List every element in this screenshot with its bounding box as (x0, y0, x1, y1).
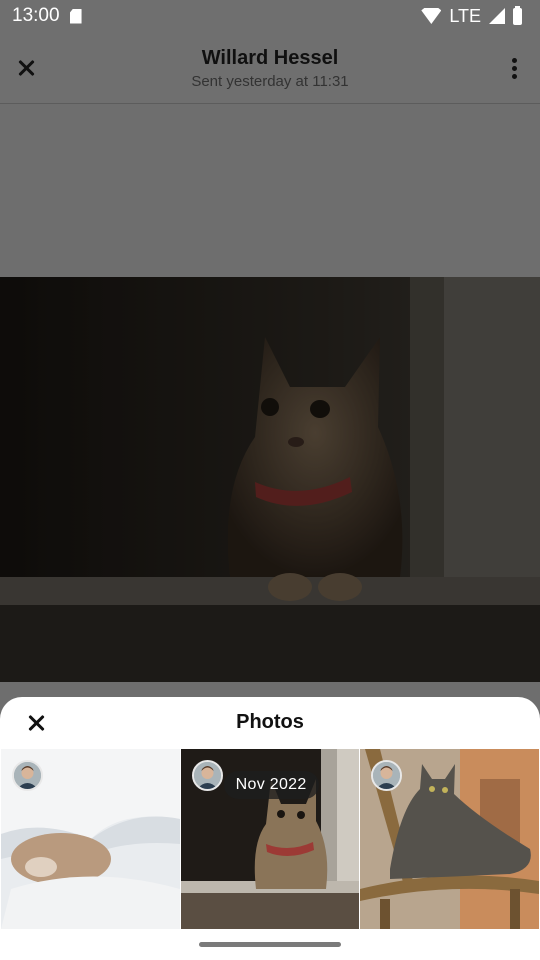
home-indicator[interactable] (199, 942, 341, 947)
status-time: 13:00 (12, 5, 60, 26)
sheet-title: Photos (236, 711, 304, 733)
wifi-icon (421, 8, 442, 24)
status-left: 13:00 (12, 5, 82, 27)
title-block: Willard Hessel Sent yesterday at 11:31 (0, 46, 540, 93)
avatar-image (14, 762, 41, 789)
sender-name: Willard Hessel (201, 47, 339, 69)
sent-time: Sent yesterday at 11:31 (191, 73, 349, 90)
battery-icon (513, 5, 522, 25)
date-badge: Nov 2022 (223, 771, 319, 799)
photo-thumbnail[interactable] (1, 749, 180, 929)
avatar (12, 760, 43, 791)
more-options-button[interactable] (502, 52, 526, 84)
status-right: LTE (421, 5, 522, 27)
photo-thumbnail-selected[interactable]: Nov 2022 (180, 749, 360, 929)
more-vert-icon-dot (511, 73, 517, 79)
avatar-image (373, 762, 401, 789)
photo-thumbnails: Nov 2022 (1, 749, 540, 929)
signal-icon (489, 8, 505, 24)
avatar-image (193, 762, 221, 789)
network-type: LTE (449, 5, 481, 26)
main-photo[interactable] (0, 277, 540, 682)
avatar (191, 760, 223, 791)
photo-thumbnail[interactable] (360, 749, 540, 929)
more-vert-icon-dot (511, 65, 517, 71)
photos-sheet: Photos Nov 2022 (0, 697, 540, 960)
status-bar: 13:00 LTE (0, 0, 540, 32)
sd-card-icon (69, 8, 82, 24)
top-app-bar: Willard Hessel Sent yesterday at 11:31 (0, 32, 540, 104)
more-vert-icon-dot (511, 57, 517, 63)
dim-overlay (0, 277, 540, 682)
